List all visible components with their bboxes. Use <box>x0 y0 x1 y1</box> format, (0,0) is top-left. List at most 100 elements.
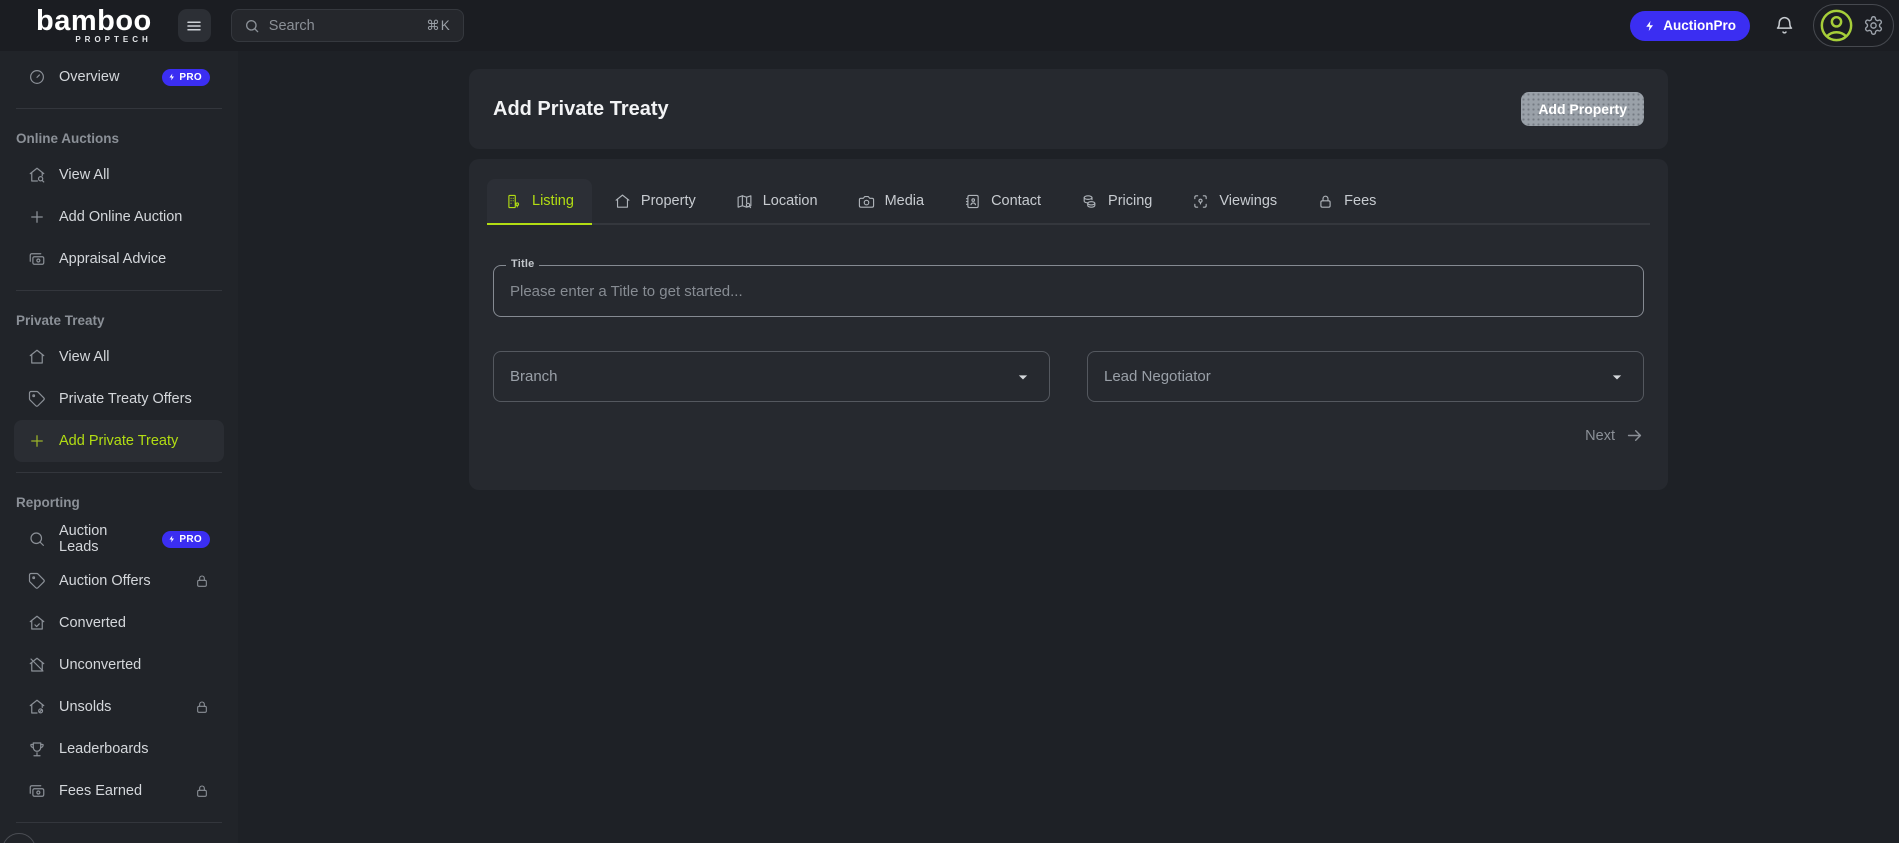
user-avatar-button[interactable] <box>1818 7 1855 44</box>
add-property-button[interactable]: Add Property <box>1521 92 1644 126</box>
tab-label: Fees <box>1344 193 1377 209</box>
sidebar-section-reporting: Reporting <box>16 495 80 510</box>
house-cancel-icon <box>28 698 46 716</box>
home-icon <box>614 193 631 210</box>
notifications-button[interactable] <box>1774 15 1795 36</box>
page-title: Add Private Treaty <box>493 97 669 120</box>
next-button[interactable]: Next <box>493 426 1644 445</box>
sidebar-item-add-private-treaty[interactable]: Add Private Treaty <box>14 420 224 462</box>
search-box[interactable]: ⌘K <box>230 9 464 42</box>
sidebar-item-converted[interactable]: Converted <box>14 602 224 644</box>
sidebar-item-leaderboards[interactable]: Leaderboards <box>14 728 224 770</box>
gear-icon <box>1863 15 1884 36</box>
search-icon <box>28 530 46 548</box>
tab-bar: Listing Property Location Media Contact … <box>487 179 1650 225</box>
lead-negotiator-select-label: Lead Negotiator <box>1104 368 1211 385</box>
sidebar-item-auction-leads[interactable]: Auction Leads PRO <box>14 518 224 560</box>
profile-container <box>1813 4 1894 47</box>
map-icon <box>736 193 753 210</box>
form-card: Listing Property Location Media Contact … <box>469 159 1668 490</box>
sidebar-item-label: Auction Offers <box>59 573 151 589</box>
sidebar-section-private-treaty: Private Treaty <box>16 313 105 328</box>
pro-badge: PRO <box>162 68 210 86</box>
tab-property[interactable]: Property <box>596 179 714 225</box>
lead-negotiator-select[interactable]: Lead Negotiator <box>1087 351 1644 402</box>
search-input[interactable] <box>268 17 418 34</box>
plus-icon <box>28 208 46 226</box>
sidebar-item-appraisal-advice[interactable]: Appraisal Advice <box>14 238 224 280</box>
banknotes-icon <box>28 250 46 268</box>
brand-tagline: PROPTECH <box>75 34 152 44</box>
tab-label: Location <box>762 193 818 209</box>
sidebar-item-overview[interactable]: Overview PRO <box>14 56 224 98</box>
search-icon <box>244 18 260 34</box>
bolt-icon <box>1644 20 1656 32</box>
divider <box>16 108 222 109</box>
sidebar: Overview PRO Online Auctions View All Ad… <box>0 51 238 843</box>
lock-icon <box>1317 193 1334 210</box>
hamburger-icon <box>185 17 203 35</box>
sidebar-item-label: View All <box>59 167 110 183</box>
title-field-label: Title <box>506 258 540 270</box>
tab-media[interactable]: Media <box>840 179 943 225</box>
tab-location[interactable]: Location <box>718 179 836 225</box>
building-icon <box>505 193 522 210</box>
sidebar-item-online-view-all[interactable]: View All <box>14 154 224 196</box>
chevron-down-icon <box>1013 367 1033 387</box>
house-off-icon <box>28 656 46 674</box>
sidebar-item-label: Overview <box>59 69 120 85</box>
sidebar-item-private-view-all[interactable]: View All <box>14 336 224 378</box>
sidebar-item-label: Auction Leads <box>59 523 108 555</box>
lock-icon <box>194 783 210 799</box>
tab-listing[interactable]: Listing <box>487 179 592 225</box>
page-header-card: Add Private Treaty Add Property <box>469 69 1668 149</box>
lock-icon <box>194 573 210 589</box>
tab-label: Viewings <box>1219 193 1278 209</box>
tab-fees[interactable]: Fees <box>1299 179 1394 225</box>
chevron-down-icon <box>1607 367 1627 387</box>
main-content: Add Private Treaty Add Property Listing … <box>238 51 1899 843</box>
title-field: Title <box>493 258 1644 317</box>
sidebar-item-label: Fees Earned <box>59 783 143 799</box>
tab-label: Listing <box>532 193 574 209</box>
home-icon <box>28 348 46 366</box>
tag-icon <box>28 572 46 590</box>
sidebar-item-label: Unsolds <box>59 699 112 715</box>
branch-select[interactable]: Branch <box>493 351 1050 402</box>
tag-icon <box>28 390 46 408</box>
sidebar-item-unconverted[interactable]: Unconverted <box>14 644 224 686</box>
sidebar-item-label: Unconverted <box>59 657 142 673</box>
camera-icon <box>858 193 875 210</box>
sidebar-item-unsolds[interactable]: Unsolds <box>14 686 224 728</box>
sidebar-item-label: Private Treaty Offers <box>59 391 192 407</box>
sidebar-item-label: Add Private Treaty <box>59 433 179 449</box>
bolt-icon <box>168 535 176 543</box>
hamburger-menu-button[interactable] <box>177 9 211 42</box>
search-shortcut-hint: ⌘K <box>426 17 451 33</box>
auctionpro-button[interactable]: AuctionPro <box>1630 10 1750 41</box>
lock-icon <box>194 699 210 715</box>
sidebar-item-label: Converted <box>59 615 126 631</box>
tab-label: Pricing <box>1108 193 1153 209</box>
coins-icon <box>1081 193 1098 210</box>
tab-pricing[interactable]: Pricing <box>1063 179 1170 225</box>
sidebar-item-add-online-auction[interactable]: Add Online Auction <box>14 196 224 238</box>
brand-logo: bamboo PROPTECH <box>36 6 152 44</box>
settings-button[interactable] <box>1863 15 1884 36</box>
branch-select-label: Branch <box>510 368 558 385</box>
divider <box>16 472 222 473</box>
contact-book-icon <box>964 193 981 210</box>
sidebar-item-private-treaty-offers[interactable]: Private Treaty Offers <box>14 378 224 420</box>
sidebar-item-auction-offers[interactable]: Auction Offers <box>14 560 224 602</box>
bolt-icon <box>168 73 176 81</box>
arrow-right-icon <box>1625 426 1644 445</box>
sidebar-item-fees-earned[interactable]: Fees Earned <box>14 770 224 812</box>
viewing-pin-icon <box>1192 193 1209 210</box>
tab-viewings[interactable]: Viewings <box>1174 179 1295 225</box>
bell-icon <box>1774 15 1795 36</box>
tab-contact[interactable]: Contact <box>946 179 1059 225</box>
title-input[interactable] <box>493 265 1644 317</box>
sidebar-section-online-auctions: Online Auctions <box>16 131 120 146</box>
sidebar-item-label: Leaderboards <box>59 741 149 757</box>
decorative-arc <box>2 833 36 843</box>
